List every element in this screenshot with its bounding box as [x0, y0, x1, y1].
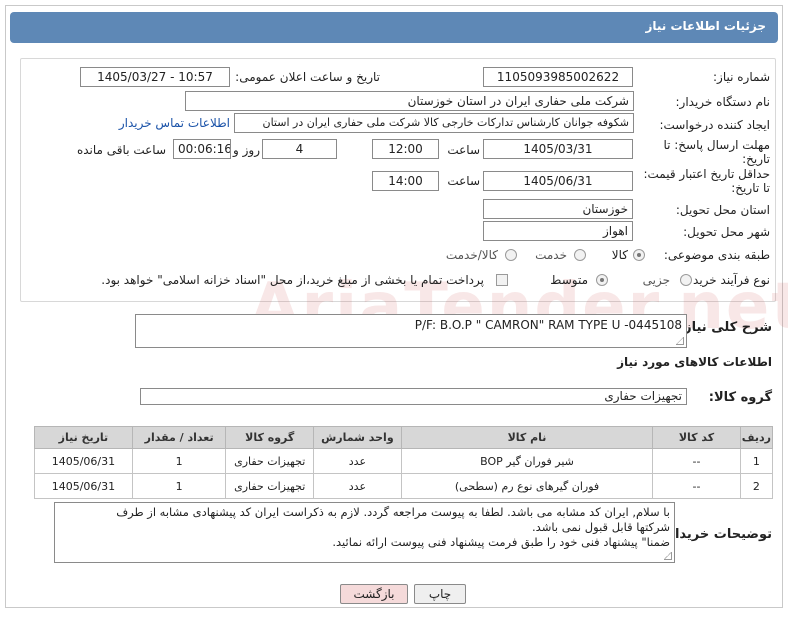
category-radio-service[interactable] — [574, 249, 586, 261]
cell-quantity: 1 — [131, 473, 227, 499]
buyer-org-field[interactable]: شرکت ملی حفاری ایران در استان خوزستان — [185, 91, 634, 111]
title-bar: جزئیات اطلاعات نیاز — [10, 12, 778, 43]
cell-group: تجهیزات حفاری — [225, 473, 315, 499]
days-field[interactable]: 4 — [262, 139, 337, 159]
col-header-group: گروه کالا — [225, 426, 315, 449]
buyer-org-label: نام دستگاه خریدار: — [675, 95, 771, 109]
contact-info-link[interactable]: اطلاعات تماس خریدار — [119, 116, 230, 130]
goods-table: ردیف کد کالا نام کالا واحد شمارش گروه کا… — [34, 426, 774, 499]
col-header-row-number: ردیف — [739, 426, 774, 449]
col-header-date: تاریخ نیاز — [34, 426, 133, 449]
print-button[interactable]: چاپ — [414, 584, 466, 604]
payment-note: پرداخت تمام یا بخشی از مبلغ خرید،از محل … — [101, 273, 484, 287]
buyer-notes-line-3: ضمنا" پیشنهاد فنی خود را طبق فرمت پیشنها… — [332, 535, 670, 549]
city-label: شهر محل تحویل: — [683, 225, 770, 239]
deadline-time-field[interactable]: 12:00 — [372, 139, 439, 159]
cell-quantity: 1 — [131, 448, 227, 474]
validity-label-2: تا تاریخ: — [731, 181, 770, 195]
cell-row-number: 1 — [739, 448, 774, 474]
deadline-label-2: تاریخ: — [742, 152, 770, 166]
need-number-label: شماره نیاز: — [713, 70, 770, 84]
goods-group-label: گروه کالا: — [708, 390, 772, 405]
purchase-radio-medium[interactable] — [596, 274, 608, 286]
category-option-both: کالا/خدمت — [445, 248, 498, 262]
resize-grip[interactable] — [664, 552, 672, 560]
validity-date-field[interactable]: 1405/06/31 — [483, 171, 633, 191]
back-button[interactable]: بازگشت — [340, 584, 408, 604]
category-option-goods: کالا — [611, 248, 628, 262]
purchase-option-minor: جزیی — [642, 273, 670, 287]
cell-row-number: 2 — [739, 473, 774, 499]
province-label: استان محل تحویل: — [675, 203, 770, 217]
buyer-notes-line-1: با سلام, ایران کد مشابه می باشد. لطفا به… — [116, 505, 670, 519]
deadline-label-1: مهلت ارسال پاسخ: تا — [663, 138, 770, 152]
cell-unit: عدد — [313, 473, 402, 499]
cell-group: تجهیزات حفاری — [225, 448, 315, 474]
creator-field[interactable]: شکوفه جوانان کارشناس تدارکات خارجی کالا … — [234, 113, 634, 133]
remaining-label: ساعت باقی مانده — [76, 143, 166, 157]
validity-label-1: حداقل تاریخ اعتبار قیمت: — [643, 167, 770, 181]
payment-checkbox[interactable] — [496, 274, 508, 286]
col-header-name: نام کالا — [400, 426, 654, 449]
cell-date: 1405/06/31 — [34, 448, 133, 474]
goods-group-field[interactable]: تجهیزات حفاری — [140, 388, 687, 405]
summary-label: شرح کلی نیاز: — [678, 320, 772, 335]
cell-name: فوران گیرهای نوع رم (سطحی) — [400, 473, 654, 499]
buyer-notes-textarea[interactable]: با سلام, ایران کد مشابه می باشد. لطفا به… — [54, 502, 675, 563]
category-radio-both[interactable] — [505, 249, 517, 261]
summary-text: P/F: B.O.P " CAMRON" RAM TYPE U -0445108 — [414, 318, 682, 332]
validity-time-field[interactable]: 14:00 — [372, 171, 439, 191]
table-row[interactable]: 2 -- فوران گیرهای نوع رم (سطحی) عدد تجهی… — [34, 473, 774, 499]
province-field[interactable]: خوزستان — [483, 199, 633, 219]
col-header-quantity: تعداد / مقدار — [131, 426, 227, 449]
cell-code: -- — [652, 448, 741, 474]
purchase-radio-minor[interactable] — [680, 274, 692, 286]
days-label: روز و — [233, 143, 260, 157]
need-number-field[interactable]: 1105093985002622 — [483, 67, 633, 87]
goods-section-title: اطلاعات کالاهای مورد نیاز — [617, 355, 772, 369]
summary-textarea[interactable]: P/F: B.O.P " CAMRON" RAM TYPE U -0445108 — [135, 314, 687, 348]
city-field[interactable]: اهواز — [483, 221, 633, 241]
table-row[interactable]: 1 -- شیر فوران گیر BOP عدد تجهیزات حفاری… — [34, 448, 774, 474]
category-label: طبقه بندی موضوعی: — [663, 248, 770, 262]
cell-code: -- — [652, 473, 741, 499]
col-header-unit: واحد شمارش — [313, 426, 402, 449]
col-header-code: کد کالا — [652, 426, 741, 449]
announce-field[interactable]: 1405/03/27 - 10:57 — [80, 67, 230, 87]
purchase-type-label: نوع فرآیند خرید : — [685, 273, 770, 287]
validity-time-label: ساعت — [447, 174, 480, 188]
page-title: جزئیات اطلاعات نیاز — [645, 19, 766, 33]
resize-grip[interactable] — [676, 337, 684, 345]
table-header-row: ردیف کد کالا نام کالا واحد شمارش گروه کا… — [34, 426, 774, 449]
buyer-notes-label: توضیحات خریدار: — [662, 527, 772, 542]
deadline-date-field[interactable]: 1405/03/31 — [483, 139, 633, 159]
remaining-time-field[interactable]: 00:06:16 — [173, 139, 231, 159]
creator-label: ایجاد کننده درخواست: — [659, 118, 770, 132]
cell-name: شیر فوران گیر BOP — [400, 448, 654, 474]
category-radio-goods[interactable] — [633, 249, 645, 261]
buyer-notes-line-2: شرکتها قابل قبول نمی باشد. — [532, 520, 670, 534]
purchase-option-medium: متوسط — [550, 273, 588, 287]
cell-date: 1405/06/31 — [34, 473, 133, 499]
cell-unit: عدد — [313, 448, 402, 474]
announce-label: تاریخ و ساعت اعلان عمومی: — [235, 70, 380, 84]
category-option-service: خدمت — [535, 248, 567, 262]
deadline-time-label: ساعت — [447, 143, 480, 157]
